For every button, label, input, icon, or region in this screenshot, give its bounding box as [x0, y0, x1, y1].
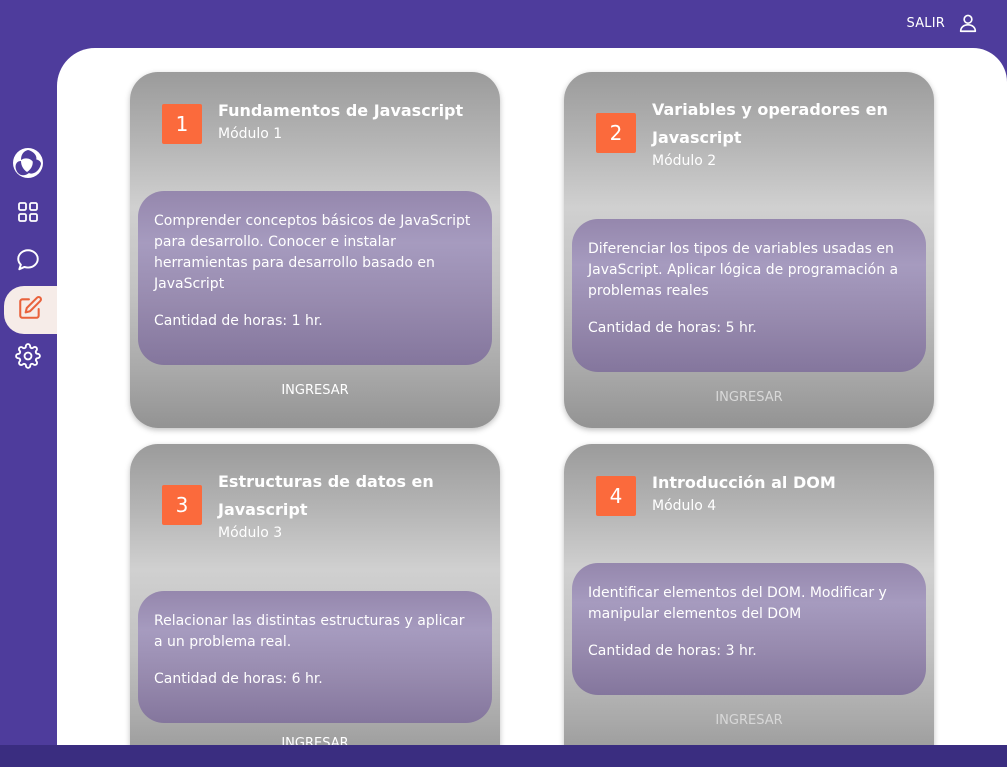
- module-card: 1 Fundamentos de Javascript Módulo 1 Com…: [130, 72, 500, 428]
- user-icon: [957, 12, 979, 34]
- module-description: Identificar elementos del DOM. Modificar…: [588, 585, 887, 622]
- module-subtitle: Módulo 1: [218, 126, 283, 142]
- card-header: 4 Introducción al DOM Módulo 4: [564, 444, 934, 516]
- module-title: Introducción al DOM: [652, 473, 836, 492]
- enter-button[interactable]: INGRESAR: [564, 390, 934, 405]
- module-description-box: Identificar elementos del DOM. Modificar…: [572, 563, 926, 695]
- gear-icon: [14, 343, 41, 373]
- module-hours: Cantidad de horas: 1 hr.: [154, 313, 323, 329]
- card-header: 2 Variables y operadores en Javascript M…: [564, 72, 934, 170]
- grid-icon: [16, 200, 40, 228]
- module-description-box: Comprender conceptos básicos de JavaScri…: [138, 191, 492, 365]
- chat-icon: [15, 247, 41, 277]
- module-card: 2 Variables y operadores en Javascript M…: [564, 72, 934, 428]
- top-bar: SALIR: [0, 0, 1007, 48]
- sidebar-item-dashboard[interactable]: [0, 190, 57, 238]
- sidebar-item-settings[interactable]: [0, 334, 57, 382]
- module-description: Diferenciar los tipos de variables usada…: [588, 241, 899, 299]
- module-title: Estructuras de datos en Javascript: [218, 472, 434, 519]
- module-card: 3 Estructuras de datos en Javascript Mód…: [130, 444, 500, 745]
- sidebar: [0, 140, 57, 382]
- logo-icon: [12, 147, 44, 183]
- enter-button[interactable]: INGRESAR: [130, 383, 500, 398]
- logout-label: SALIR: [906, 15, 945, 31]
- module-number-badge: 4: [596, 476, 636, 516]
- module-title-block: Introducción al DOM Módulo 4: [652, 469, 836, 515]
- module-subtitle: Módulo 3: [218, 525, 283, 541]
- module-title: Variables y operadores en Javascript: [652, 100, 888, 147]
- module-title-block: Variables y operadores en Javascript Mód…: [652, 96, 892, 170]
- module-subtitle: Módulo 2: [652, 153, 717, 169]
- logout-button[interactable]: SALIR: [907, 12, 980, 34]
- module-subtitle: Módulo 4: [652, 498, 717, 514]
- sidebar-item-messages[interactable]: [0, 238, 57, 286]
- sidebar-item-courses[interactable]: [4, 286, 57, 334]
- enter-button[interactable]: INGRESAR: [130, 736, 500, 745]
- card-header: 1 Fundamentos de Javascript Módulo 1: [130, 72, 500, 144]
- module-number-badge: 2: [596, 113, 636, 153]
- module-hours: Cantidad de horas: 6 hr.: [154, 671, 323, 687]
- module-hours: Cantidad de horas: 5 hr.: [588, 320, 757, 336]
- module-description: Comprender conceptos básicos de JavaScri…: [154, 213, 471, 292]
- module-card: 4 Introducción al DOM Módulo 4 Identific…: [564, 444, 934, 745]
- module-number-badge: 1: [162, 104, 202, 144]
- card-header: 3 Estructuras de datos en Javascript Mód…: [130, 444, 500, 542]
- module-number-badge: 3: [162, 485, 202, 525]
- module-description-box: Relacionar las distintas estructuras y a…: [138, 591, 492, 723]
- enter-button[interactable]: INGRESAR: [564, 713, 934, 728]
- module-description: Relacionar las distintas estructuras y a…: [154, 613, 465, 650]
- module-title-block: Estructuras de datos en Javascript Módul…: [218, 468, 458, 542]
- edit-icon: [17, 295, 43, 325]
- bottom-strip: [0, 745, 1007, 767]
- module-title-block: Fundamentos de Javascript Módulo 1: [218, 97, 463, 143]
- module-hours: Cantidad de horas: 3 hr.: [588, 643, 757, 659]
- module-title: Fundamentos de Javascript: [218, 101, 464, 120]
- module-description-box: Diferenciar los tipos de variables usada…: [572, 219, 926, 372]
- sidebar-item-logo[interactable]: [0, 140, 57, 190]
- main-content: 1 Fundamentos de Javascript Módulo 1 Com…: [57, 48, 1007, 745]
